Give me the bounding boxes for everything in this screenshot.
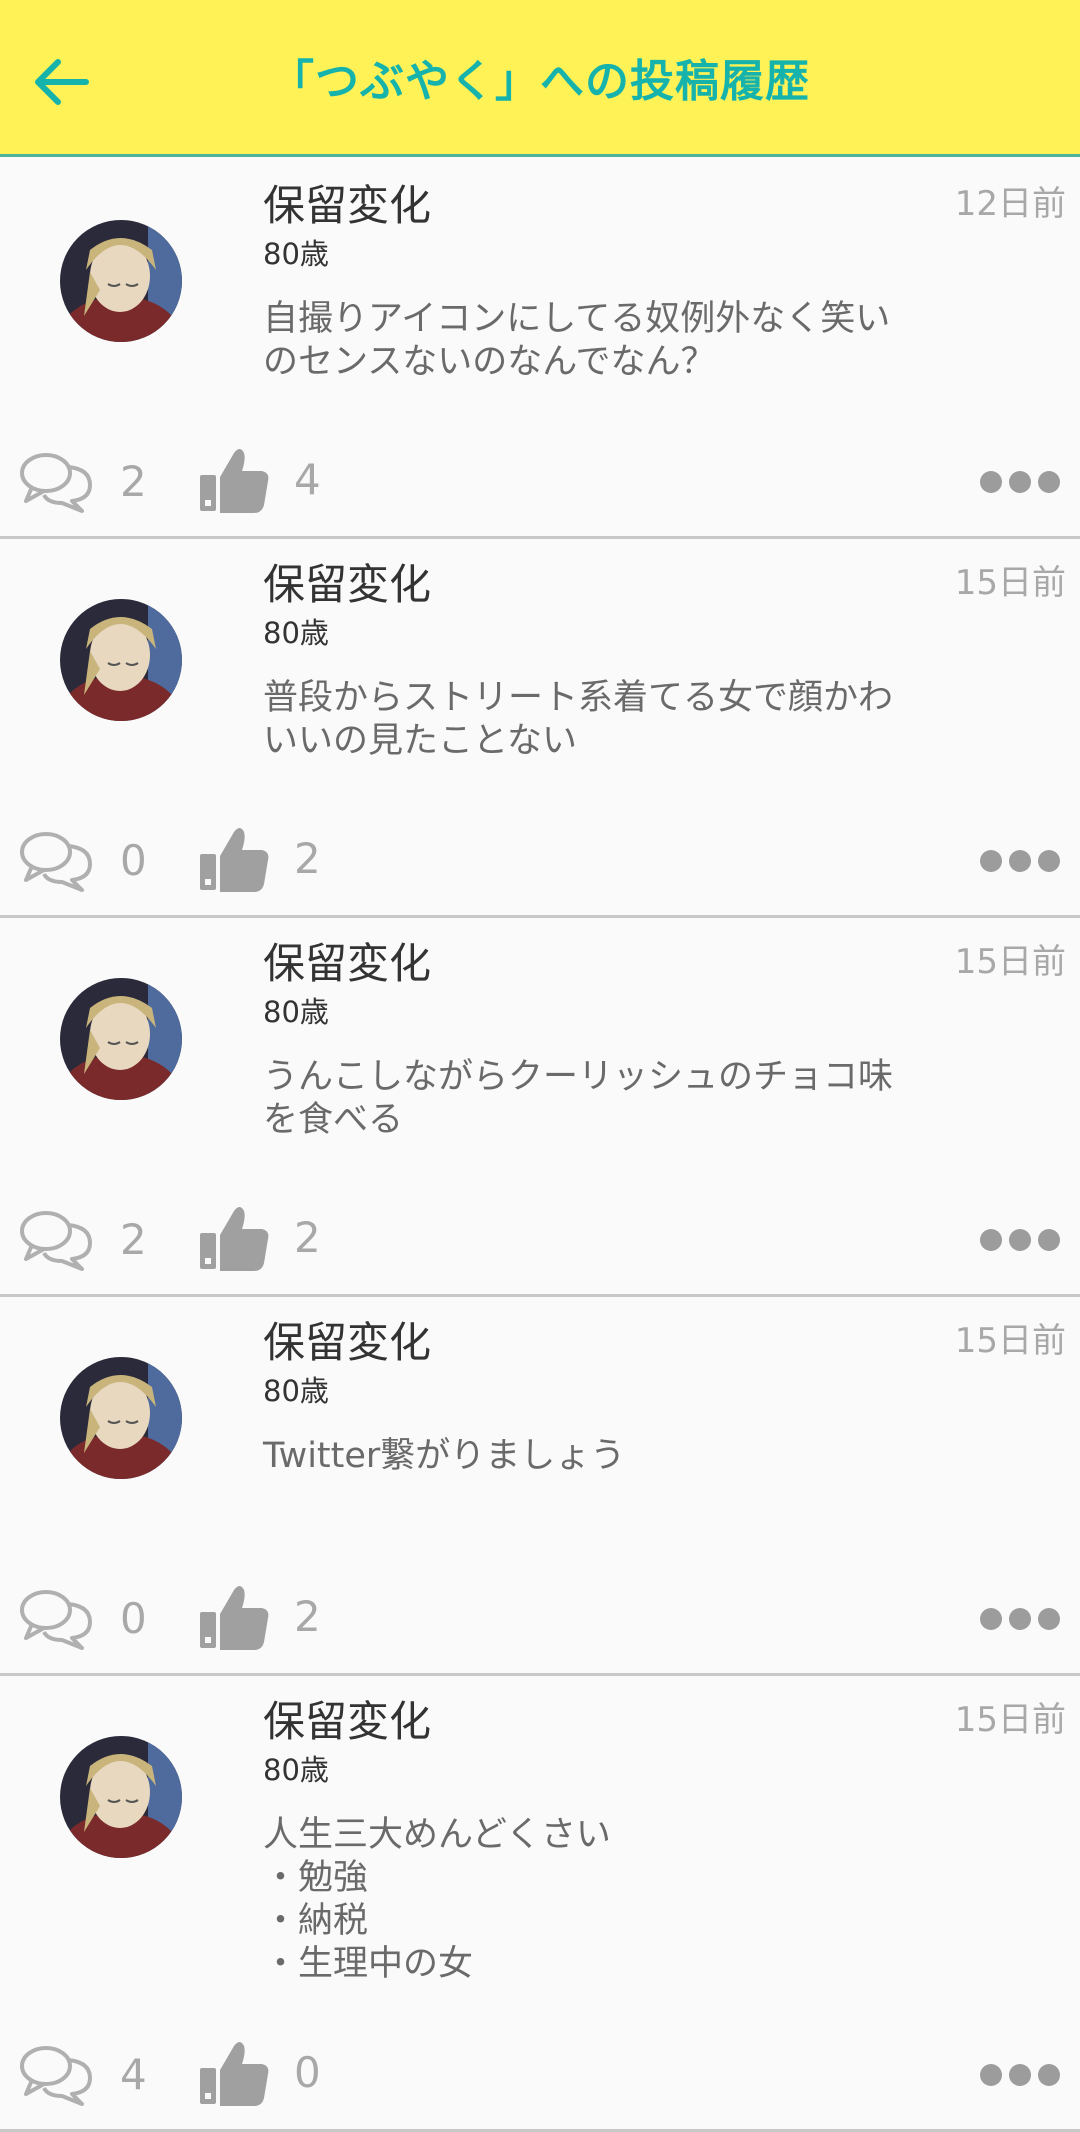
post-item[interactable]: 保留変化 80歳 15日前 Twitter繋がりましょう 0 2	[0, 1297, 1080, 1676]
like-button[interactable]: 4	[198, 442, 321, 518]
post-age: 80歳	[263, 616, 329, 650]
comment-icon	[20, 1590, 92, 1650]
post-text: Twitter繋がりましょう	[263, 1436, 626, 1476]
post-username[interactable]: 保留変化	[263, 1694, 431, 1750]
comment-icon	[20, 453, 92, 513]
post-age: 80歳	[263, 1374, 329, 1408]
post-item[interactable]: 保留変化 80歳 15日前 普段からストリート系着てる女で顔かわ いいの見たこと…	[0, 539, 1080, 918]
more-options-button[interactable]	[980, 1228, 1060, 1252]
avatar[interactable]	[60, 599, 182, 721]
more-dots-icon	[980, 1229, 1002, 1251]
like-count: 2	[294, 1592, 321, 1641]
like-count: 2	[294, 1213, 321, 1262]
thumbs-up-icon	[200, 1207, 269, 1271]
post-username[interactable]: 保留変化	[263, 1315, 431, 1371]
avatar[interactable]	[60, 1357, 182, 1479]
post-time: 15日前	[954, 942, 1066, 982]
post-username[interactable]: 保留変化	[263, 936, 431, 992]
post-actions: 4 0	[0, 2035, 1080, 2115]
post-text: 普段からストリート系着てる女で顔かわ いいの見たことない	[263, 678, 894, 761]
avatar-image	[60, 599, 182, 721]
post-list: 保留変化 80歳 12日前 自撮りアイコンにしてる奴例外なく笑い のセンスないの…	[0, 160, 1080, 2132]
comment-count: 0	[120, 836, 147, 885]
post-item[interactable]: 保留変化 80歳 15日前 うんこしながらクーリッシュのチョコ味 を食べる 2 …	[0, 918, 1080, 1297]
post-username[interactable]: 保留変化	[263, 178, 431, 234]
comment-count: 2	[120, 457, 147, 506]
post-item[interactable]: 保留変化 80歳 12日前 自撮りアイコンにしてる奴例外なく笑い のセンスないの…	[0, 160, 1080, 539]
like-button[interactable]: 0	[198, 2035, 321, 2111]
thumbs-up-icon	[200, 828, 269, 892]
post-item[interactable]: 保留変化 80歳 15日前 人生三大めんどくさい ・勉強 ・納税 ・生理中の女 …	[0, 1676, 1080, 2132]
comment-icon	[20, 1211, 92, 1271]
thumbs-up-icon	[200, 449, 269, 513]
post-time: 15日前	[954, 563, 1066, 603]
post-age: 80歳	[263, 237, 329, 271]
post-actions: 0 2	[0, 1579, 1080, 1659]
post-text: 人生三大めんどくさい ・勉強 ・納税 ・生理中の女	[263, 1815, 611, 1984]
post-text: うんこしながらクーリッシュのチョコ味 を食べる	[263, 1057, 894, 1140]
post-text: 自撮りアイコンにしてる奴例外なく笑い のセンスないのなんでなん？	[263, 299, 891, 382]
avatar[interactable]	[60, 1736, 182, 1858]
post-actions: 0 2	[0, 821, 1080, 901]
like-button[interactable]: 2	[198, 1200, 321, 1276]
more-dots-icon	[980, 1608, 1002, 1630]
app-header: 「つぶやく」への投稿履歴	[0, 0, 1080, 157]
post-time: 15日前	[954, 1321, 1066, 1361]
avatar-image	[60, 220, 182, 342]
comment-icon	[20, 2046, 92, 2106]
comment-button[interactable]: 2	[18, 1204, 147, 1276]
post-actions: 2 2	[0, 1200, 1080, 1280]
more-options-button[interactable]	[980, 849, 1060, 873]
comment-button[interactable]: 0	[18, 825, 147, 897]
more-dots-icon	[980, 2064, 1002, 2086]
post-username[interactable]: 保留変化	[263, 557, 431, 613]
post-age: 80歳	[263, 1753, 329, 1787]
post-actions: 2 4	[0, 442, 1080, 522]
thumbs-up-icon	[200, 2042, 269, 2106]
post-time: 15日前	[954, 1700, 1066, 1740]
like-button[interactable]: 2	[198, 821, 321, 897]
like-button[interactable]: 2	[198, 1579, 321, 1655]
comment-count: 0	[120, 1594, 147, 1643]
post-time: 12日前	[954, 184, 1066, 224]
post-age: 80歳	[263, 995, 329, 1029]
more-options-button[interactable]	[980, 1607, 1060, 1631]
more-options-button[interactable]	[980, 470, 1060, 494]
comment-count: 2	[120, 1215, 147, 1264]
comment-button[interactable]: 2	[18, 446, 147, 518]
comment-count: 4	[120, 2050, 147, 2099]
more-dots-icon	[980, 471, 1002, 493]
like-count: 2	[294, 834, 321, 883]
thumbs-up-icon	[200, 1586, 269, 1650]
comment-icon	[20, 832, 92, 892]
avatar-image	[60, 1736, 182, 1858]
avatar[interactable]	[60, 978, 182, 1100]
more-dots-icon	[980, 850, 1002, 872]
comment-button[interactable]: 4	[18, 2039, 147, 2111]
more-options-button[interactable]	[980, 2063, 1060, 2087]
like-count: 4	[294, 455, 321, 504]
like-count: 0	[294, 2048, 321, 2097]
avatar-image	[60, 978, 182, 1100]
avatar-image	[60, 1357, 182, 1479]
page-title: 「つぶやく」への投稿履歴	[270, 56, 810, 107]
comment-button[interactable]: 0	[18, 1583, 147, 1655]
avatar[interactable]	[60, 220, 182, 342]
